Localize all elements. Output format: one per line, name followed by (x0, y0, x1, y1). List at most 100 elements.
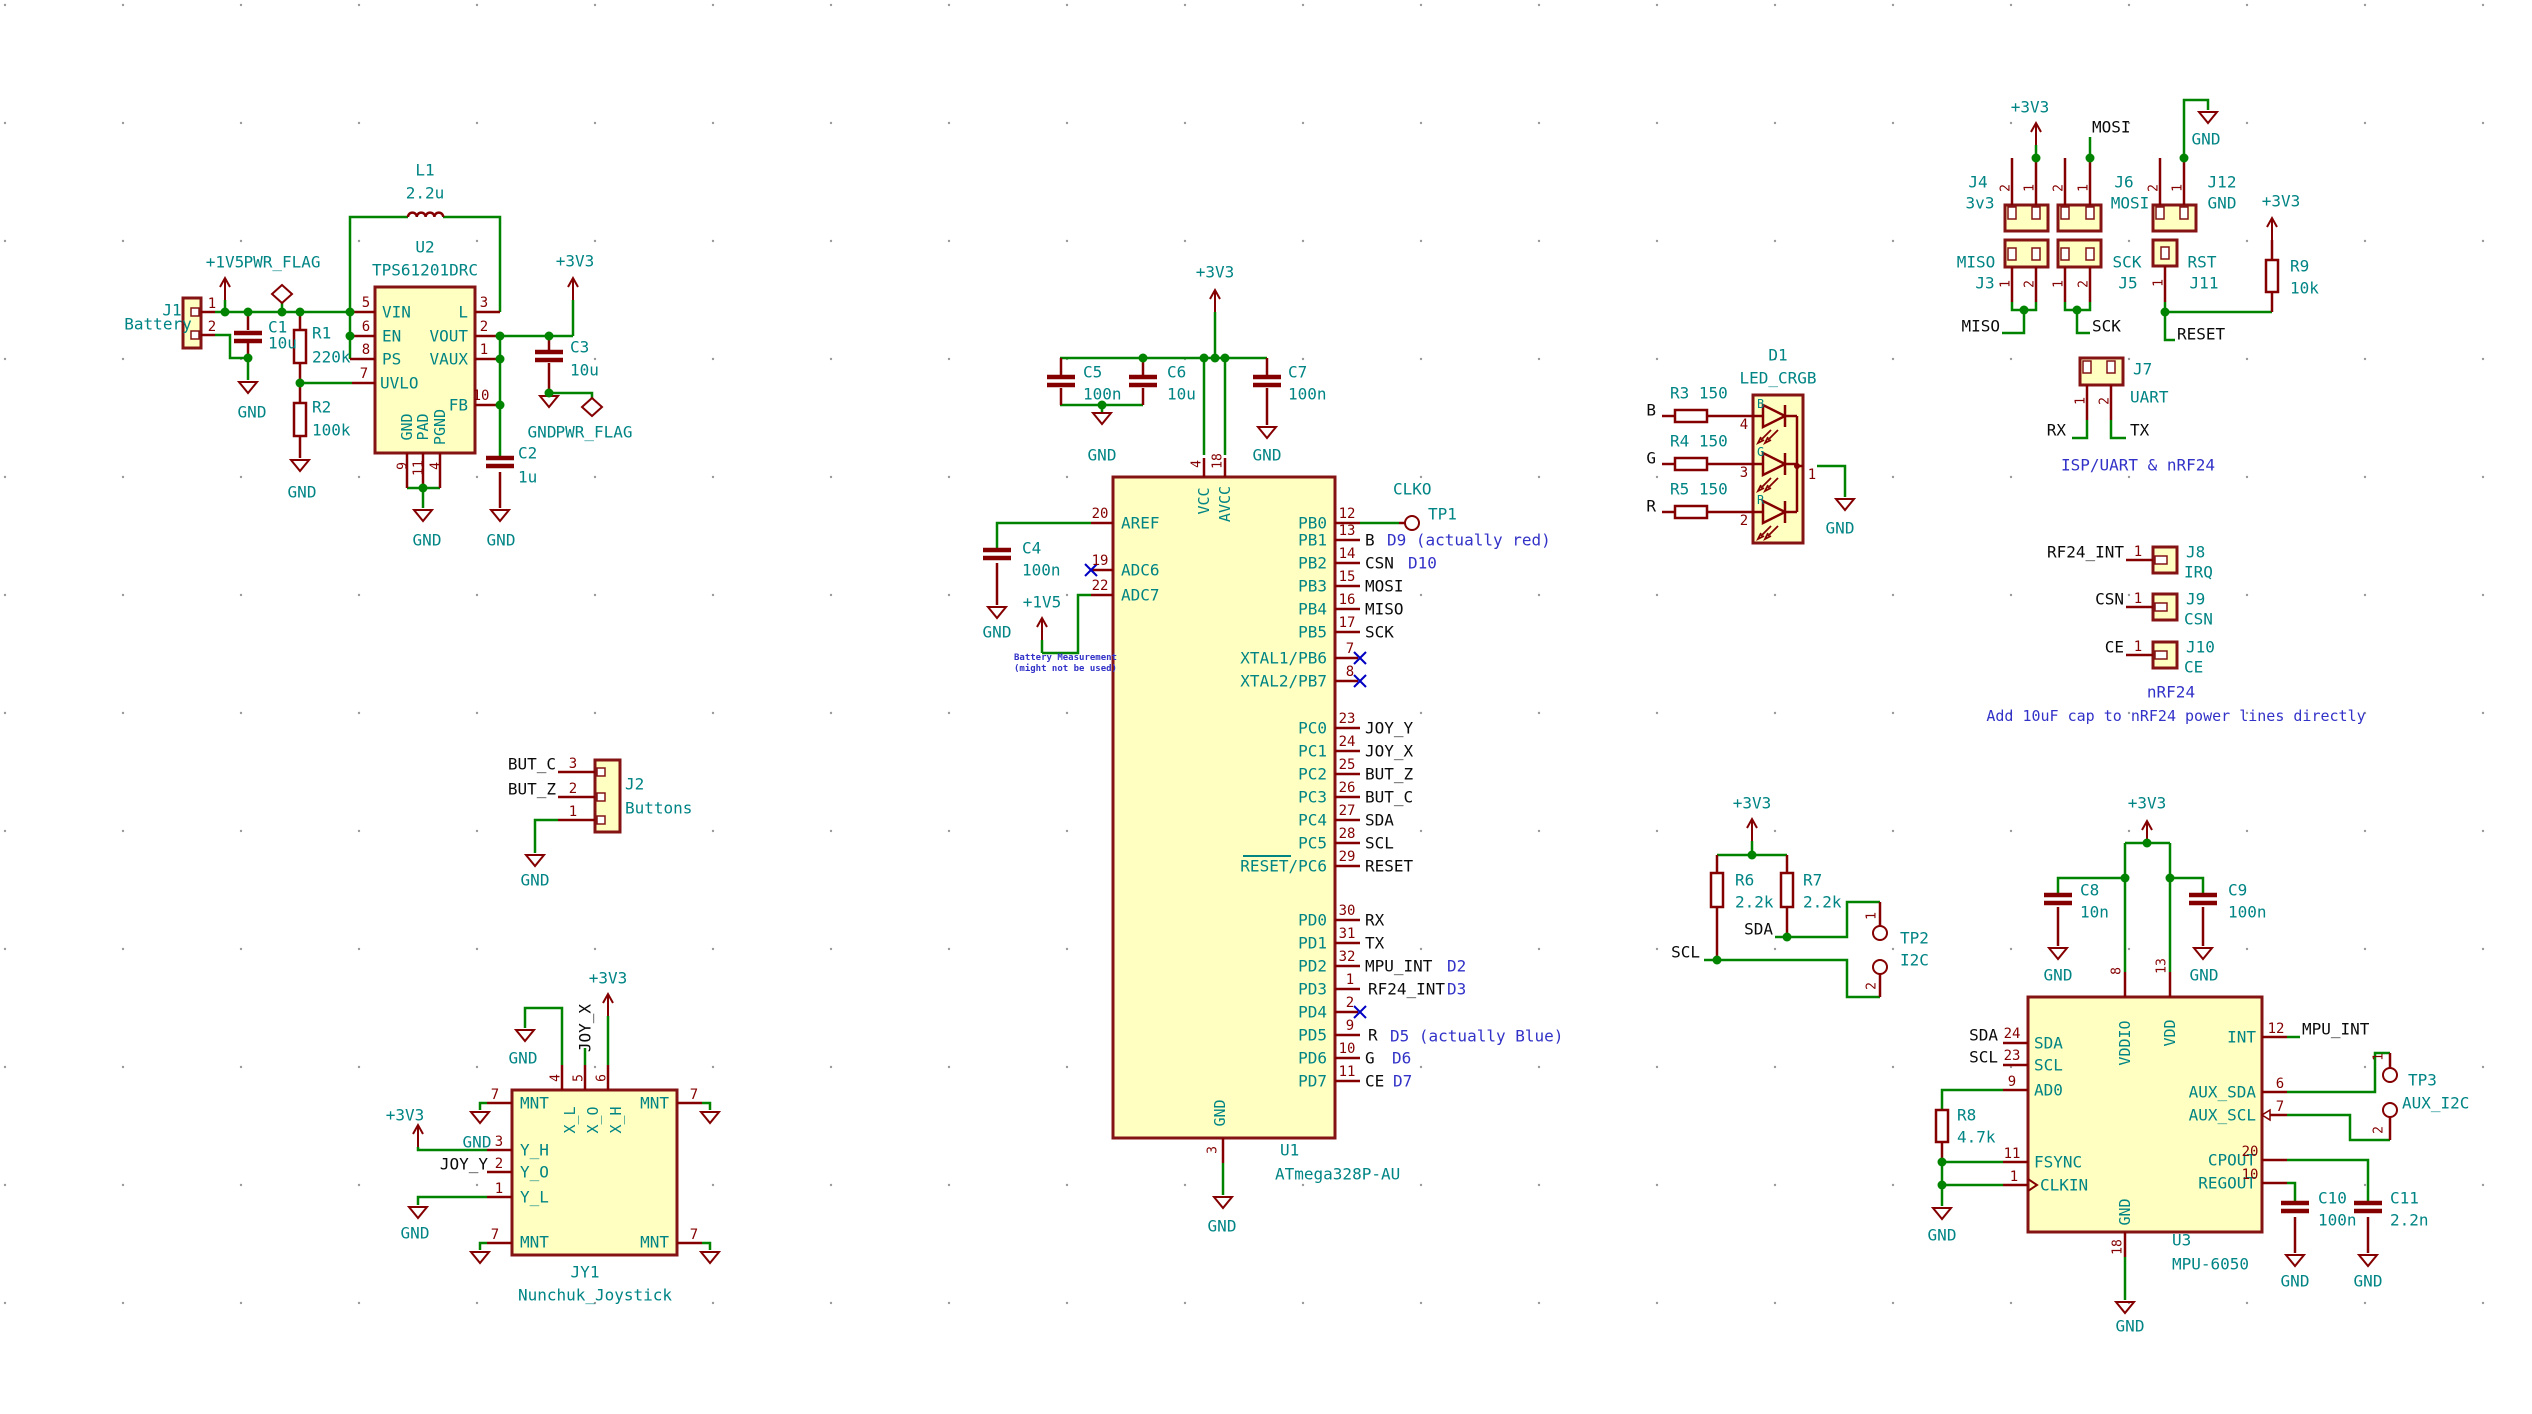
schematic-text: GND (238, 403, 267, 422)
grid-dot (122, 1184, 124, 1186)
schematic-text: 2 (569, 781, 577, 797)
schematic-text: GND (288, 483, 317, 502)
junction-dot (1211, 354, 1220, 363)
schematic-text: PC1 (1298, 742, 1327, 761)
junction-dot (278, 308, 287, 317)
ref-C7: C7 (1288, 363, 1307, 382)
resistor-R2[interactable] (294, 403, 306, 436)
grid-dot (1774, 122, 1776, 124)
schematic-text: 13 (2155, 958, 2170, 974)
schematic-text: 1 (2134, 544, 2142, 560)
resistor-R5[interactable] (1675, 506, 1707, 518)
resistor-R9[interactable] (2266, 260, 2278, 292)
grid-dot (4, 948, 6, 950)
grid-dot (476, 1302, 478, 1304)
grid-dot (948, 1066, 950, 1068)
resistor-R8[interactable] (1936, 1110, 1948, 1142)
grid-dot (712, 712, 714, 714)
testpoint-TP3-2[interactable] (2383, 1103, 2397, 1117)
testpoint-TP3-1[interactable] (2383, 1068, 2397, 1082)
schematic-text: 4 (1740, 417, 1748, 433)
testpoint-TP2-1[interactable] (1873, 926, 1887, 940)
grid-dot (948, 1184, 950, 1186)
schematic-text: RESET (2177, 325, 2226, 344)
schematic-text: R (1646, 497, 1656, 516)
schematic-text: 12 (2268, 1021, 2285, 1037)
junction-dot (2121, 874, 2130, 883)
schematic-text: 8 (2110, 967, 2125, 975)
junction-dot (1783, 933, 1792, 942)
ref-TP2: TP2 (1900, 929, 1929, 948)
ref-J6: J6 (2114, 173, 2133, 192)
junction-dot (244, 308, 253, 317)
schematic-text: 7 (690, 1087, 698, 1103)
grid-dot (2482, 594, 2484, 596)
schematic-text: 9 (396, 462, 411, 470)
grid-dot (1184, 240, 1186, 242)
schematic-text: 16 (1339, 592, 1356, 608)
schematic-text: 1 (2023, 184, 2038, 192)
grid-dot (122, 1066, 124, 1068)
schematic-text: 10 (1339, 1041, 1356, 1057)
grid-dot (594, 122, 596, 124)
value-J3: MISO (1957, 253, 1996, 272)
testpoint-TP2-2[interactable] (1873, 960, 1887, 974)
value-R7: 2.2k (1803, 893, 1842, 912)
resistor-R6[interactable] (1711, 873, 1723, 907)
schematic-canvas[interactable]: +1V5PWR_FLAGJ1Battery12C110uR1220kR2100k… (0, 0, 2532, 1414)
grid-dot (2010, 122, 2012, 124)
schematic-text: 3 (480, 295, 488, 311)
grid-dot (4, 1302, 6, 1304)
grid-dot (2128, 830, 2130, 832)
grid-dot (2482, 122, 2484, 124)
schematic-text: 2 (2023, 280, 2038, 288)
grid-dot (594, 1066, 596, 1068)
schematic-text: GND (1208, 1217, 1237, 1236)
value-J6: MOSI (2111, 194, 2150, 213)
testpoint-TP1[interactable] (1405, 516, 1419, 530)
resistor-R4[interactable] (1675, 458, 1707, 470)
schematic-text: GND (1253, 446, 1282, 465)
grid-dot (358, 4, 360, 6)
pin-pad (2032, 248, 2040, 260)
schematic-text: SDA (2034, 1034, 2063, 1053)
grid-dot (122, 240, 124, 242)
schematic-text: GND (1211, 1099, 1229, 1126)
schematic-text: 2 (480, 319, 488, 335)
junction-dot (1200, 354, 1209, 363)
schematic-text: AUX_SDA (2189, 1083, 2257, 1102)
resistor-R3[interactable] (1675, 410, 1707, 422)
ref-JY1: JY1 (571, 1263, 600, 1282)
grid-dot (1420, 122, 1422, 124)
grid-dot (4, 240, 6, 242)
grid-dot (2364, 1066, 2366, 1068)
power-label-1v5: +1V5 (206, 253, 245, 272)
grid-dot (122, 4, 124, 6)
ref-C9: C9 (2228, 881, 2247, 900)
grid-dot (1420, 712, 1422, 714)
grid-dot (712, 476, 714, 478)
junction-dot (1794, 463, 1800, 469)
schematic-text: 2 (1740, 513, 1748, 529)
resistor-R7[interactable] (1781, 873, 1793, 907)
value-TP3: AUX_I2C (2402, 1094, 2469, 1113)
schematic-text: 7 (690, 1227, 698, 1243)
schematic-text: GND (983, 623, 1012, 642)
schematic-text: PB5 (1298, 623, 1327, 642)
ref-J4: J4 (1968, 173, 1987, 192)
grid-dot (4, 358, 6, 360)
schematic-text: 3 (1206, 1146, 1221, 1154)
schematic-text: BUT_Z (508, 780, 557, 799)
pin-pad (597, 816, 605, 824)
schematic-text: SCL (2034, 1056, 2063, 1075)
grid-dot (948, 594, 950, 596)
grid-dot (2010, 358, 2012, 360)
grid-dot (594, 4, 596, 6)
ref-C10: C10 (2318, 1189, 2347, 1208)
schematic-text: PD6 (1298, 1049, 1327, 1068)
schematic-text: CLKIN (2040, 1176, 2088, 1195)
grid-dot (712, 948, 714, 950)
schematic-text: 2 (1999, 184, 2014, 192)
junction-dot (496, 401, 505, 410)
schematic-text: 1 (480, 342, 488, 358)
